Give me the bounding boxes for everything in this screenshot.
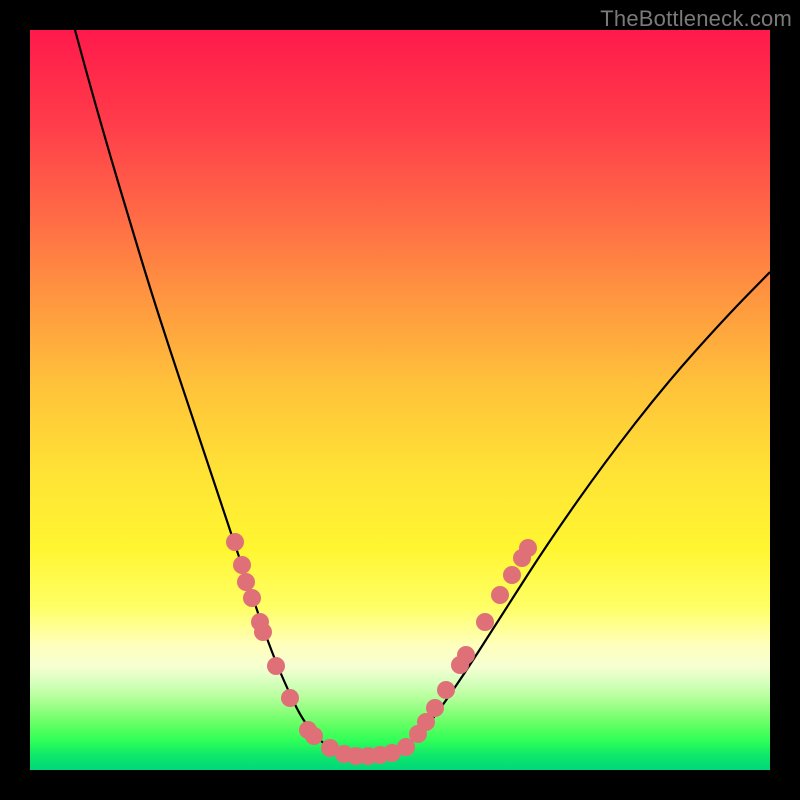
right-curve xyxy=(398,272,770,752)
marker-dot xyxy=(233,556,251,574)
marker-group xyxy=(226,533,537,765)
marker-dot xyxy=(503,566,521,584)
chart-svg xyxy=(30,30,770,770)
marker-dot xyxy=(426,699,444,717)
marker-dot xyxy=(237,573,255,591)
marker-dot xyxy=(226,533,244,551)
marker-dot xyxy=(267,657,285,675)
marker-dot xyxy=(476,613,494,631)
marker-dot xyxy=(254,623,272,641)
marker-dot xyxy=(305,727,323,745)
watermark-text: TheBottleneck.com xyxy=(600,6,792,32)
marker-dot xyxy=(281,689,299,707)
marker-dot xyxy=(437,681,455,699)
marker-dot xyxy=(243,589,261,607)
left-curve xyxy=(75,30,338,752)
plot-area xyxy=(30,30,770,770)
marker-dot xyxy=(457,646,475,664)
chart-frame: TheBottleneck.com xyxy=(0,0,800,800)
marker-dot xyxy=(491,586,509,604)
marker-dot xyxy=(519,539,537,557)
